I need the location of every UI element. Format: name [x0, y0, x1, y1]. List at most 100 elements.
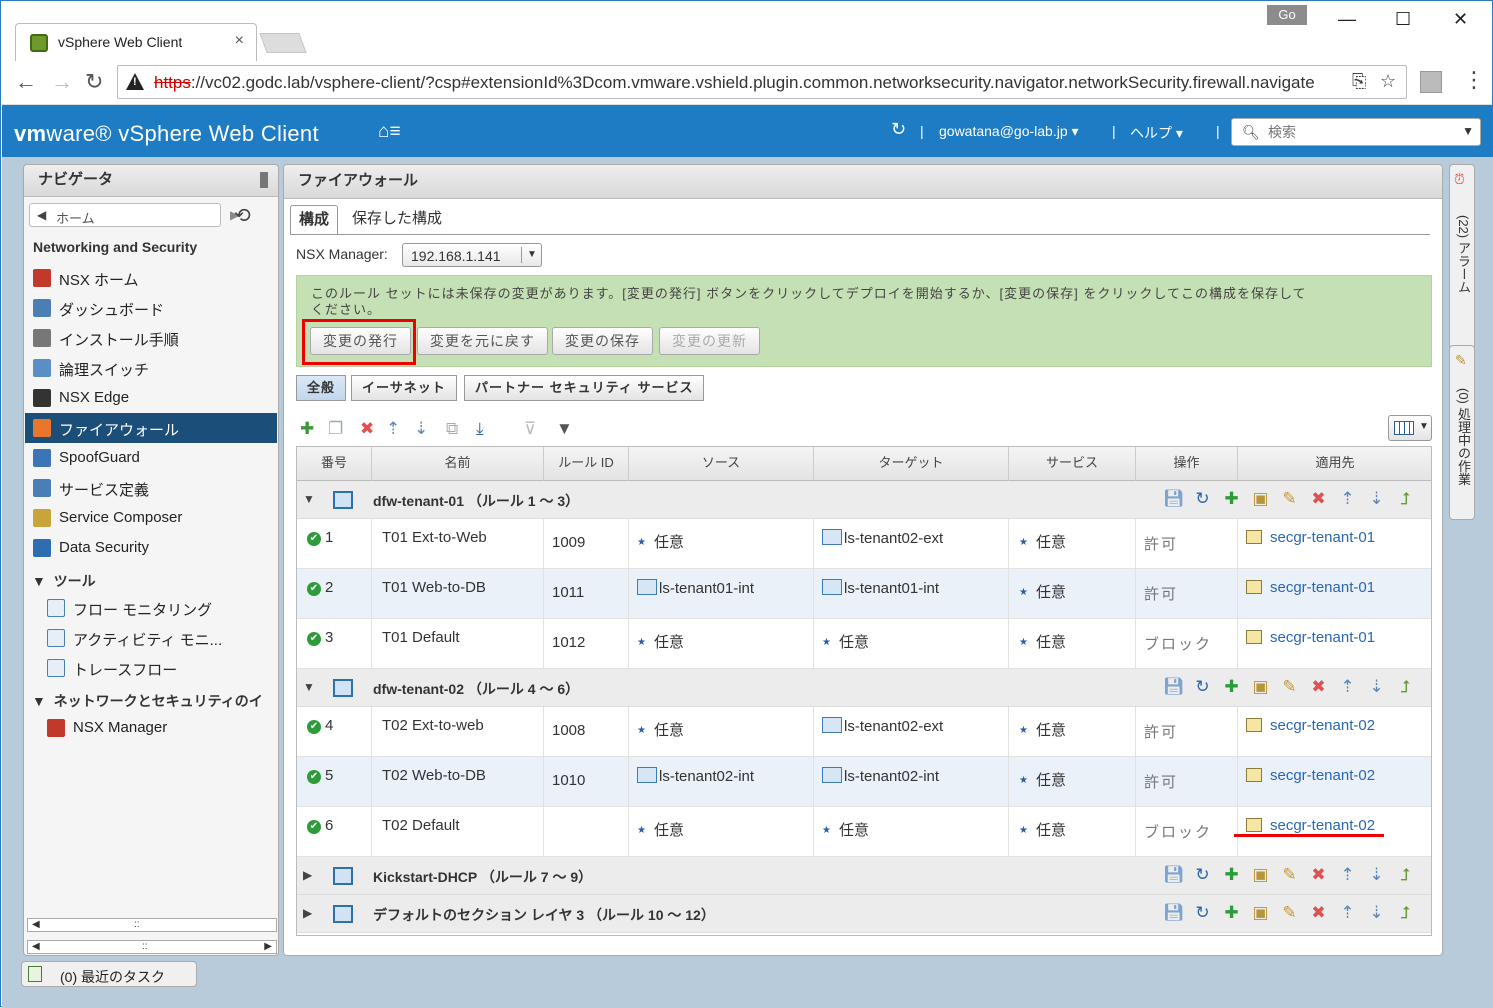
navigator-home-breadcrumb[interactable]: ◀ ホーム ▶ — [29, 203, 239, 227]
work-in-progress-sidebar[interactable]: ✎ (0) 処理中の作業 — [1449, 345, 1475, 520]
rule-name[interactable]: T02 Default — [382, 817, 460, 834]
expand-toggle-icon[interactable]: ▶ — [303, 906, 312, 920]
nav-item[interactable]: サービス定義 — [25, 473, 277, 503]
save-section-icon[interactable]: 💾︎ — [1159, 903, 1188, 923]
add-rule-icon[interactable]: ✚ — [1217, 489, 1246, 509]
nav-item[interactable]: Data Security — [25, 533, 277, 563]
tab-configuration[interactable]: 構成 — [290, 205, 339, 235]
back-icon[interactable]: ← — [15, 69, 37, 95]
add-rule-icon[interactable]: ✚ — [300, 419, 314, 439]
merge-section-icon[interactable]: ⮥ — [1391, 489, 1420, 509]
browser-menu-icon[interactable]: ⋮ — [1463, 67, 1485, 93]
nav-item[interactable]: ダッシュボード — [25, 293, 277, 323]
expand-toggle-icon[interactable]: ▶ — [303, 868, 312, 882]
rule-action[interactable]: ブロック — [1144, 633, 1212, 654]
rule-service[interactable]: 任意 — [1036, 822, 1066, 839]
network-item[interactable]: NSX Manager — [25, 713, 277, 743]
navigator-scrollbar-2[interactable]: ◀:: ▶ — [27, 940, 277, 954]
merge-section-icon[interactable]: ⮥ — [1391, 677, 1420, 697]
copy-rule-icon[interactable]: ❐ — [328, 419, 343, 439]
delete-section-icon[interactable]: ✖ — [1304, 489, 1333, 509]
rule-target[interactable]: ls-tenant02-ext — [844, 530, 943, 547]
add-section-icon[interactable]: ▣ — [1246, 903, 1275, 923]
grid-options-button[interactable]: ▼ — [1388, 415, 1432, 441]
subtab-general[interactable]: 全般 — [296, 375, 347, 401]
minimize-icon[interactable]: — — [1338, 9, 1356, 30]
move-up-icon[interactable]: ⇡ — [386, 419, 400, 439]
table-row[interactable]: ✔ 3 T01 Default 1012 ★ 任意 ★ 任意 ★ 任意 ブロック sec… — [297, 619, 1431, 669]
nav-item[interactable]: NSX Edge — [25, 383, 277, 413]
refresh-section-icon[interactable]: ↻ — [1188, 489, 1217, 509]
delete-section-icon[interactable]: ✖ — [1304, 903, 1333, 923]
save-section-icon[interactable]: 💾︎ — [1159, 677, 1188, 697]
go-button[interactable]: Go — [1267, 5, 1307, 25]
tab-saved-configurations[interactable]: 保存した構成 — [344, 205, 450, 235]
subtab-partner-security[interactable]: パートナー セキュリティ サービス — [464, 375, 705, 401]
revert-changes-button[interactable]: 変更を元に戻す — [417, 327, 548, 355]
expand-toggle-icon[interactable]: ▼ — [303, 492, 315, 506]
add-section-icon[interactable]: ▣ — [1246, 677, 1275, 697]
enabled-check-icon[interactable]: ✔ — [307, 720, 321, 734]
delete-rule-icon[interactable]: ✖ — [360, 419, 374, 439]
nav-item[interactable]: Service Composer — [25, 503, 277, 533]
url-text[interactable]: https://vc02.godc.lab/vsphere-client/?cs… — [154, 73, 1346, 93]
rule-action[interactable]: 許可 — [1144, 533, 1178, 554]
refresh-section-icon[interactable]: ↻ — [1188, 903, 1217, 923]
browser-tab[interactable]: vSphere Web Client × — [15, 23, 257, 61]
add-rule-icon[interactable]: ✚ — [1217, 865, 1246, 885]
maximize-icon[interactable]: ☐ — [1395, 9, 1411, 30]
rule-applied-to[interactable]: secgr-tenant-02 — [1270, 717, 1375, 734]
edit-section-icon[interactable]: ✎ — [1275, 865, 1304, 885]
global-search[interactable]: 🔍︎ ▼ — [1231, 118, 1481, 146]
enabled-check-icon[interactable]: ✔ — [307, 632, 321, 646]
enabled-check-icon[interactable]: ✔ — [307, 532, 321, 546]
rule-source[interactable]: ls-tenant01-int — [659, 580, 754, 597]
subtab-ethernet[interactable]: イーサネット — [351, 375, 457, 401]
rule-applied-to[interactable]: secgr-tenant-01 — [1270, 629, 1375, 646]
reload-icon[interactable]: ↻ — [85, 69, 103, 95]
rule-source[interactable]: ls-tenant02-int — [659, 768, 754, 785]
nav-item[interactable]: SpoofGuard — [25, 443, 277, 473]
nav-item[interactable]: インストール手順 — [25, 323, 277, 353]
column-header[interactable]: 適用先 — [1238, 447, 1431, 481]
refresh-icon[interactable]: ↻ — [891, 119, 906, 140]
edit-section-icon[interactable]: ✎ — [1275, 489, 1304, 509]
rule-name[interactable]: T02 Ext-to-web — [382, 717, 484, 734]
forward-icon[interactable]: → — [51, 69, 73, 95]
column-header[interactable]: 番号 — [297, 447, 372, 481]
save-section-icon[interactable]: 💾︎ — [1159, 865, 1188, 885]
merge-section-icon[interactable]: ⮥ — [1391, 903, 1420, 923]
rule-service[interactable]: 任意 — [1036, 584, 1066, 601]
enabled-check-icon[interactable]: ✔ — [307, 770, 321, 784]
close-window-icon[interactable]: ✕ — [1453, 9, 1468, 30]
extension-icon[interactable] — [1420, 71, 1442, 93]
save-section-icon[interactable]: 💾︎ — [1159, 489, 1188, 509]
rule-target[interactable]: ls-tenant01-int — [844, 580, 939, 597]
rule-applied-to[interactable]: secgr-tenant-01 — [1270, 579, 1375, 596]
column-header[interactable]: ソース — [629, 447, 814, 481]
add-section-icon[interactable]: ▣ — [1246, 489, 1275, 509]
tab-close-icon[interactable]: × — [235, 32, 244, 50]
add-section-icon[interactable]: ⧉ — [446, 419, 458, 439]
delete-section-icon[interactable]: ✖ — [1304, 677, 1333, 697]
refresh-section-icon[interactable]: ↻ — [1188, 677, 1217, 697]
clear-filter-icon[interactable]: ⊽ — [524, 419, 536, 439]
save-changes-button[interactable]: 変更の保存 — [552, 327, 653, 355]
tools-item[interactable]: トレースフロー — [25, 653, 277, 683]
refresh-section-icon[interactable]: ↻ — [1188, 865, 1217, 885]
move-section-up-icon[interactable]: ⇡ — [1333, 489, 1362, 509]
tools-item[interactable]: アクティビティ モニ... — [25, 623, 277, 653]
merge-section-icon[interactable]: ⮥ — [1391, 865, 1420, 885]
column-header[interactable]: 名前 — [372, 447, 544, 481]
search-input[interactable] — [1268, 122, 1458, 142]
rule-name[interactable]: T01 Ext-to-Web — [382, 529, 487, 546]
help-menu[interactable]: ヘルプ ▾ — [1130, 123, 1183, 143]
rule-action[interactable]: 許可 — [1144, 771, 1178, 792]
filter-icon[interactable]: ▼ — [556, 419, 573, 439]
rule-target[interactable]: ls-tenant02-int — [844, 768, 939, 785]
translate-icon[interactable]: ⎘ — [1352, 71, 1366, 92]
nav-item[interactable]: ファイアウォール — [25, 413, 277, 443]
rule-action[interactable]: 許可 — [1144, 583, 1178, 604]
edit-section-icon[interactable]: ✎ — [1275, 677, 1304, 697]
network-group-toggle[interactable]: ▼ ネットワークとセキュリティのイ — [32, 691, 263, 711]
